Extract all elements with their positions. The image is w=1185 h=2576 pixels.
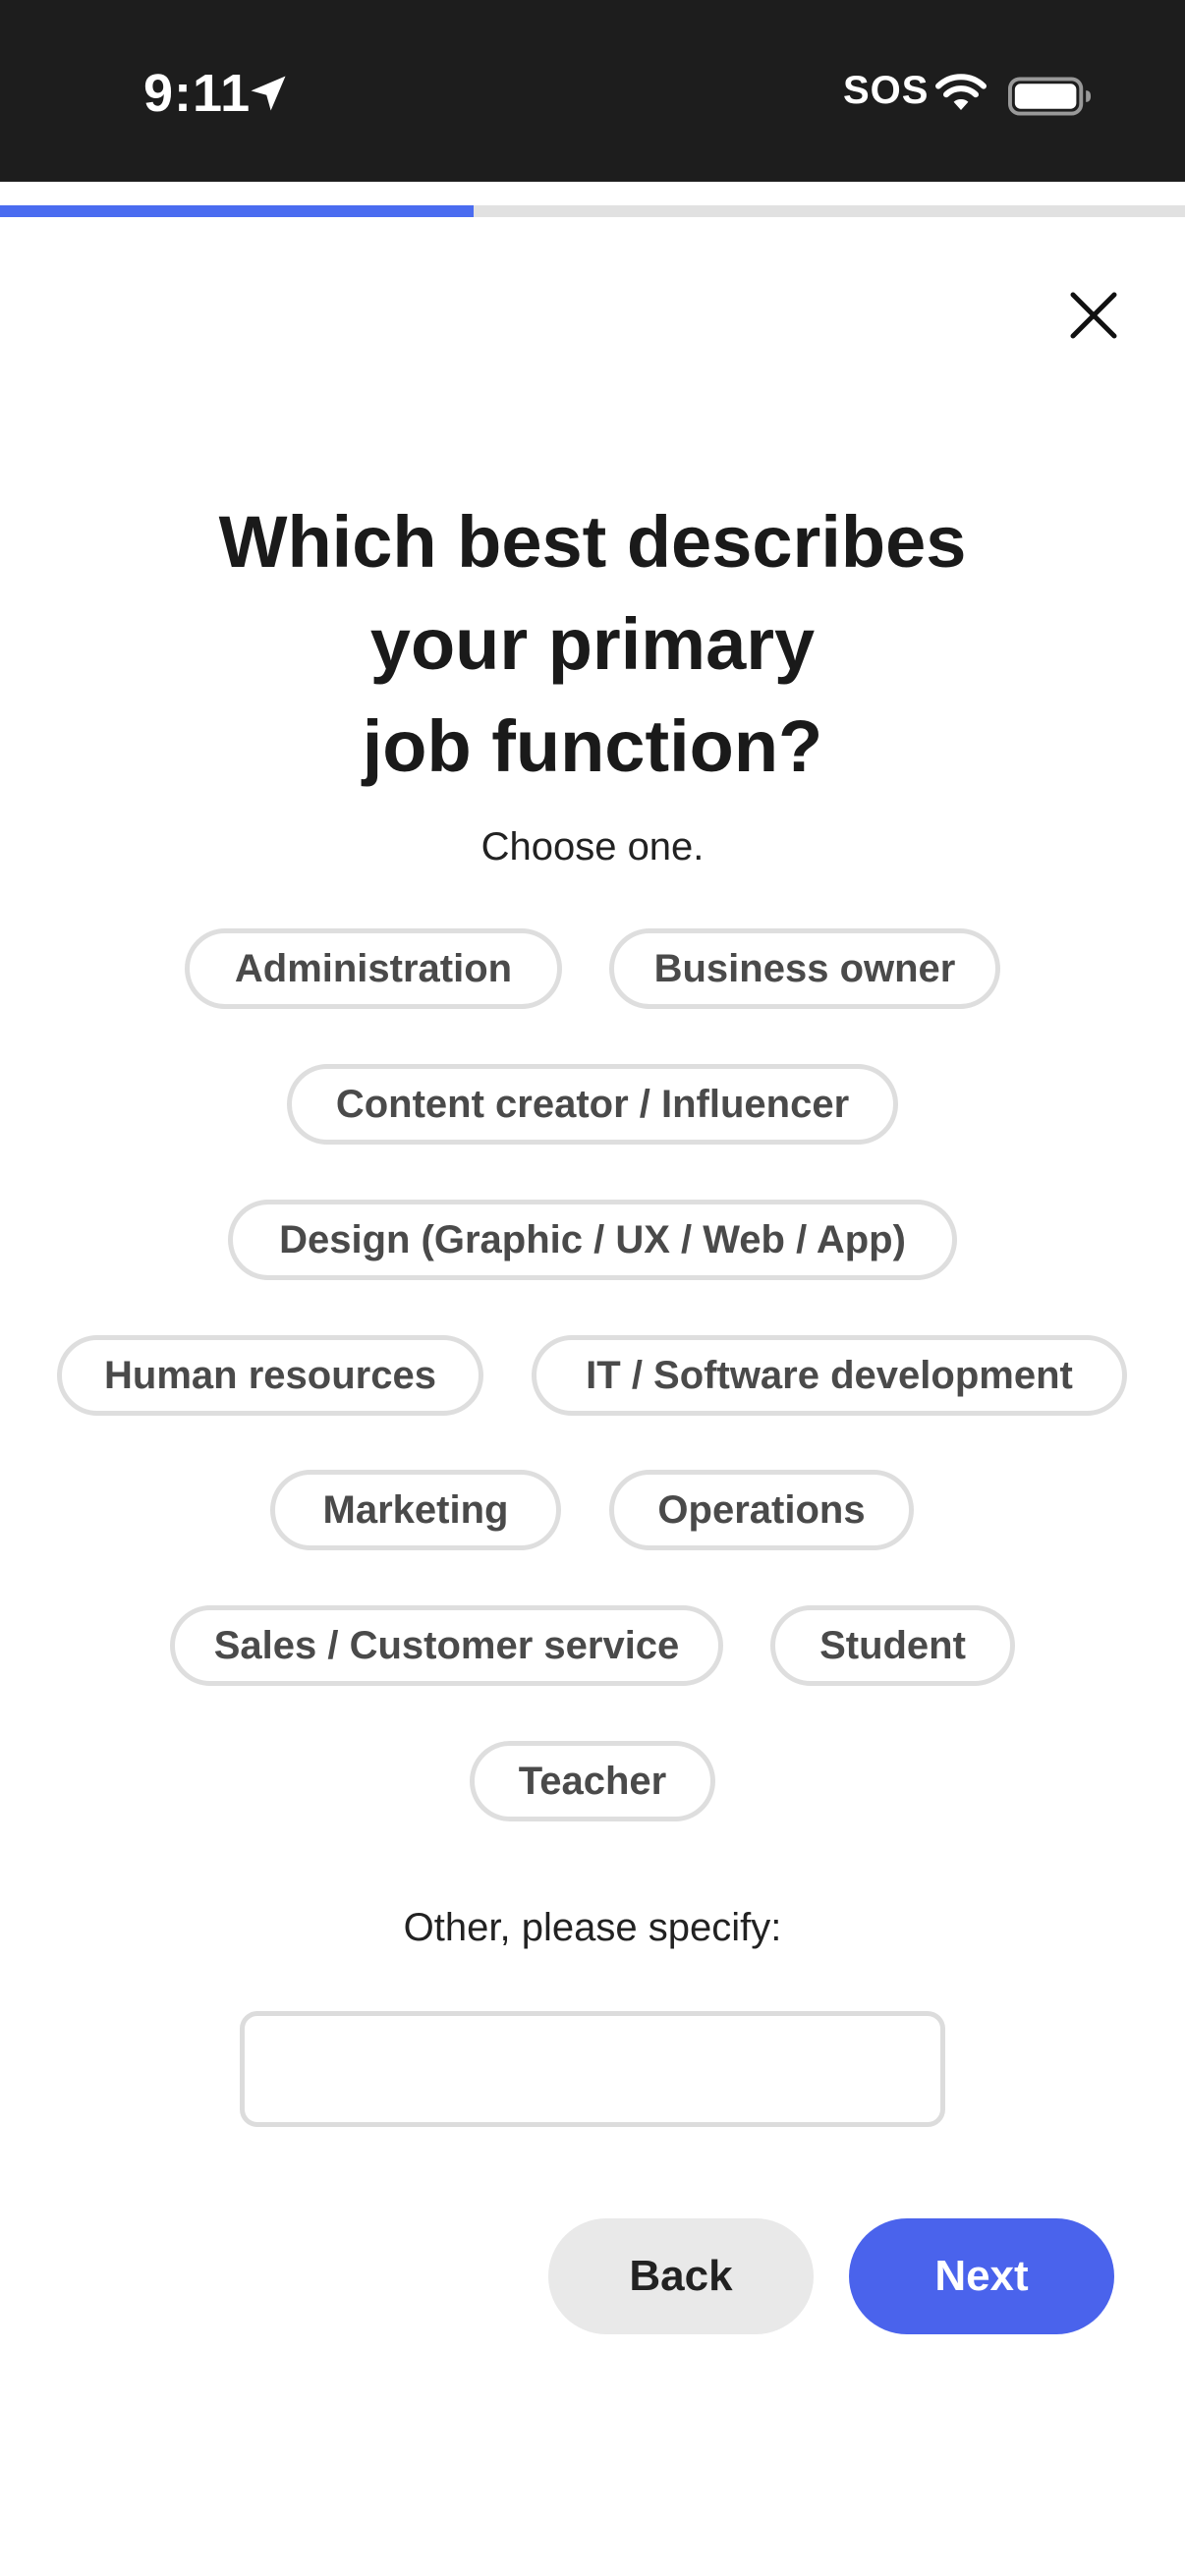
status-bar: 9:11 SOS [0, 0, 1185, 182]
location-arrow-icon [251, 76, 286, 111]
question-subtitle: Choose one. [480, 825, 705, 868]
sos-indicator: SOS [843, 69, 930, 112]
option-sales-customer-service[interactable]: Sales / Customer service [170, 1605, 723, 1686]
question-title-line: your primary [369, 603, 816, 685]
option-design[interactable]: Design (Graphic / UX / Web / App) [228, 1200, 957, 1280]
option-human-resources[interactable]: Human resources [57, 1335, 483, 1416]
question-title-line: Which best describes [218, 501, 967, 583]
option-student[interactable]: Student [770, 1605, 1015, 1686]
question-title-line: job function? [362, 705, 823, 787]
option-administration[interactable]: Administration [185, 928, 562, 1009]
option-content-creator[interactable]: Content creator / Influencer [287, 1064, 898, 1145]
battery-icon [1008, 77, 1092, 116]
next-button[interactable]: Next [849, 2218, 1114, 2334]
other-label: Other, please specify: [403, 1906, 782, 1949]
onboarding-progress-bar [0, 205, 1185, 217]
progress-fill [0, 205, 475, 217]
back-button[interactable]: Back [548, 2218, 814, 2334]
close-icon[interactable] [1061, 283, 1126, 348]
option-business-owner[interactable]: Business owner [609, 928, 1000, 1009]
option-teacher[interactable]: Teacher [470, 1741, 715, 1821]
option-operations[interactable]: Operations [609, 1470, 914, 1550]
option-marketing[interactable]: Marketing [270, 1470, 561, 1550]
other-specify-input[interactable] [240, 2011, 945, 2127]
option-it-software-development[interactable]: IT / Software development [532, 1335, 1127, 1416]
question-title: Which best describes your primary job fu… [0, 491, 1185, 798]
wifi-icon [935, 74, 987, 110]
status-time: 9:11 [143, 64, 252, 123]
